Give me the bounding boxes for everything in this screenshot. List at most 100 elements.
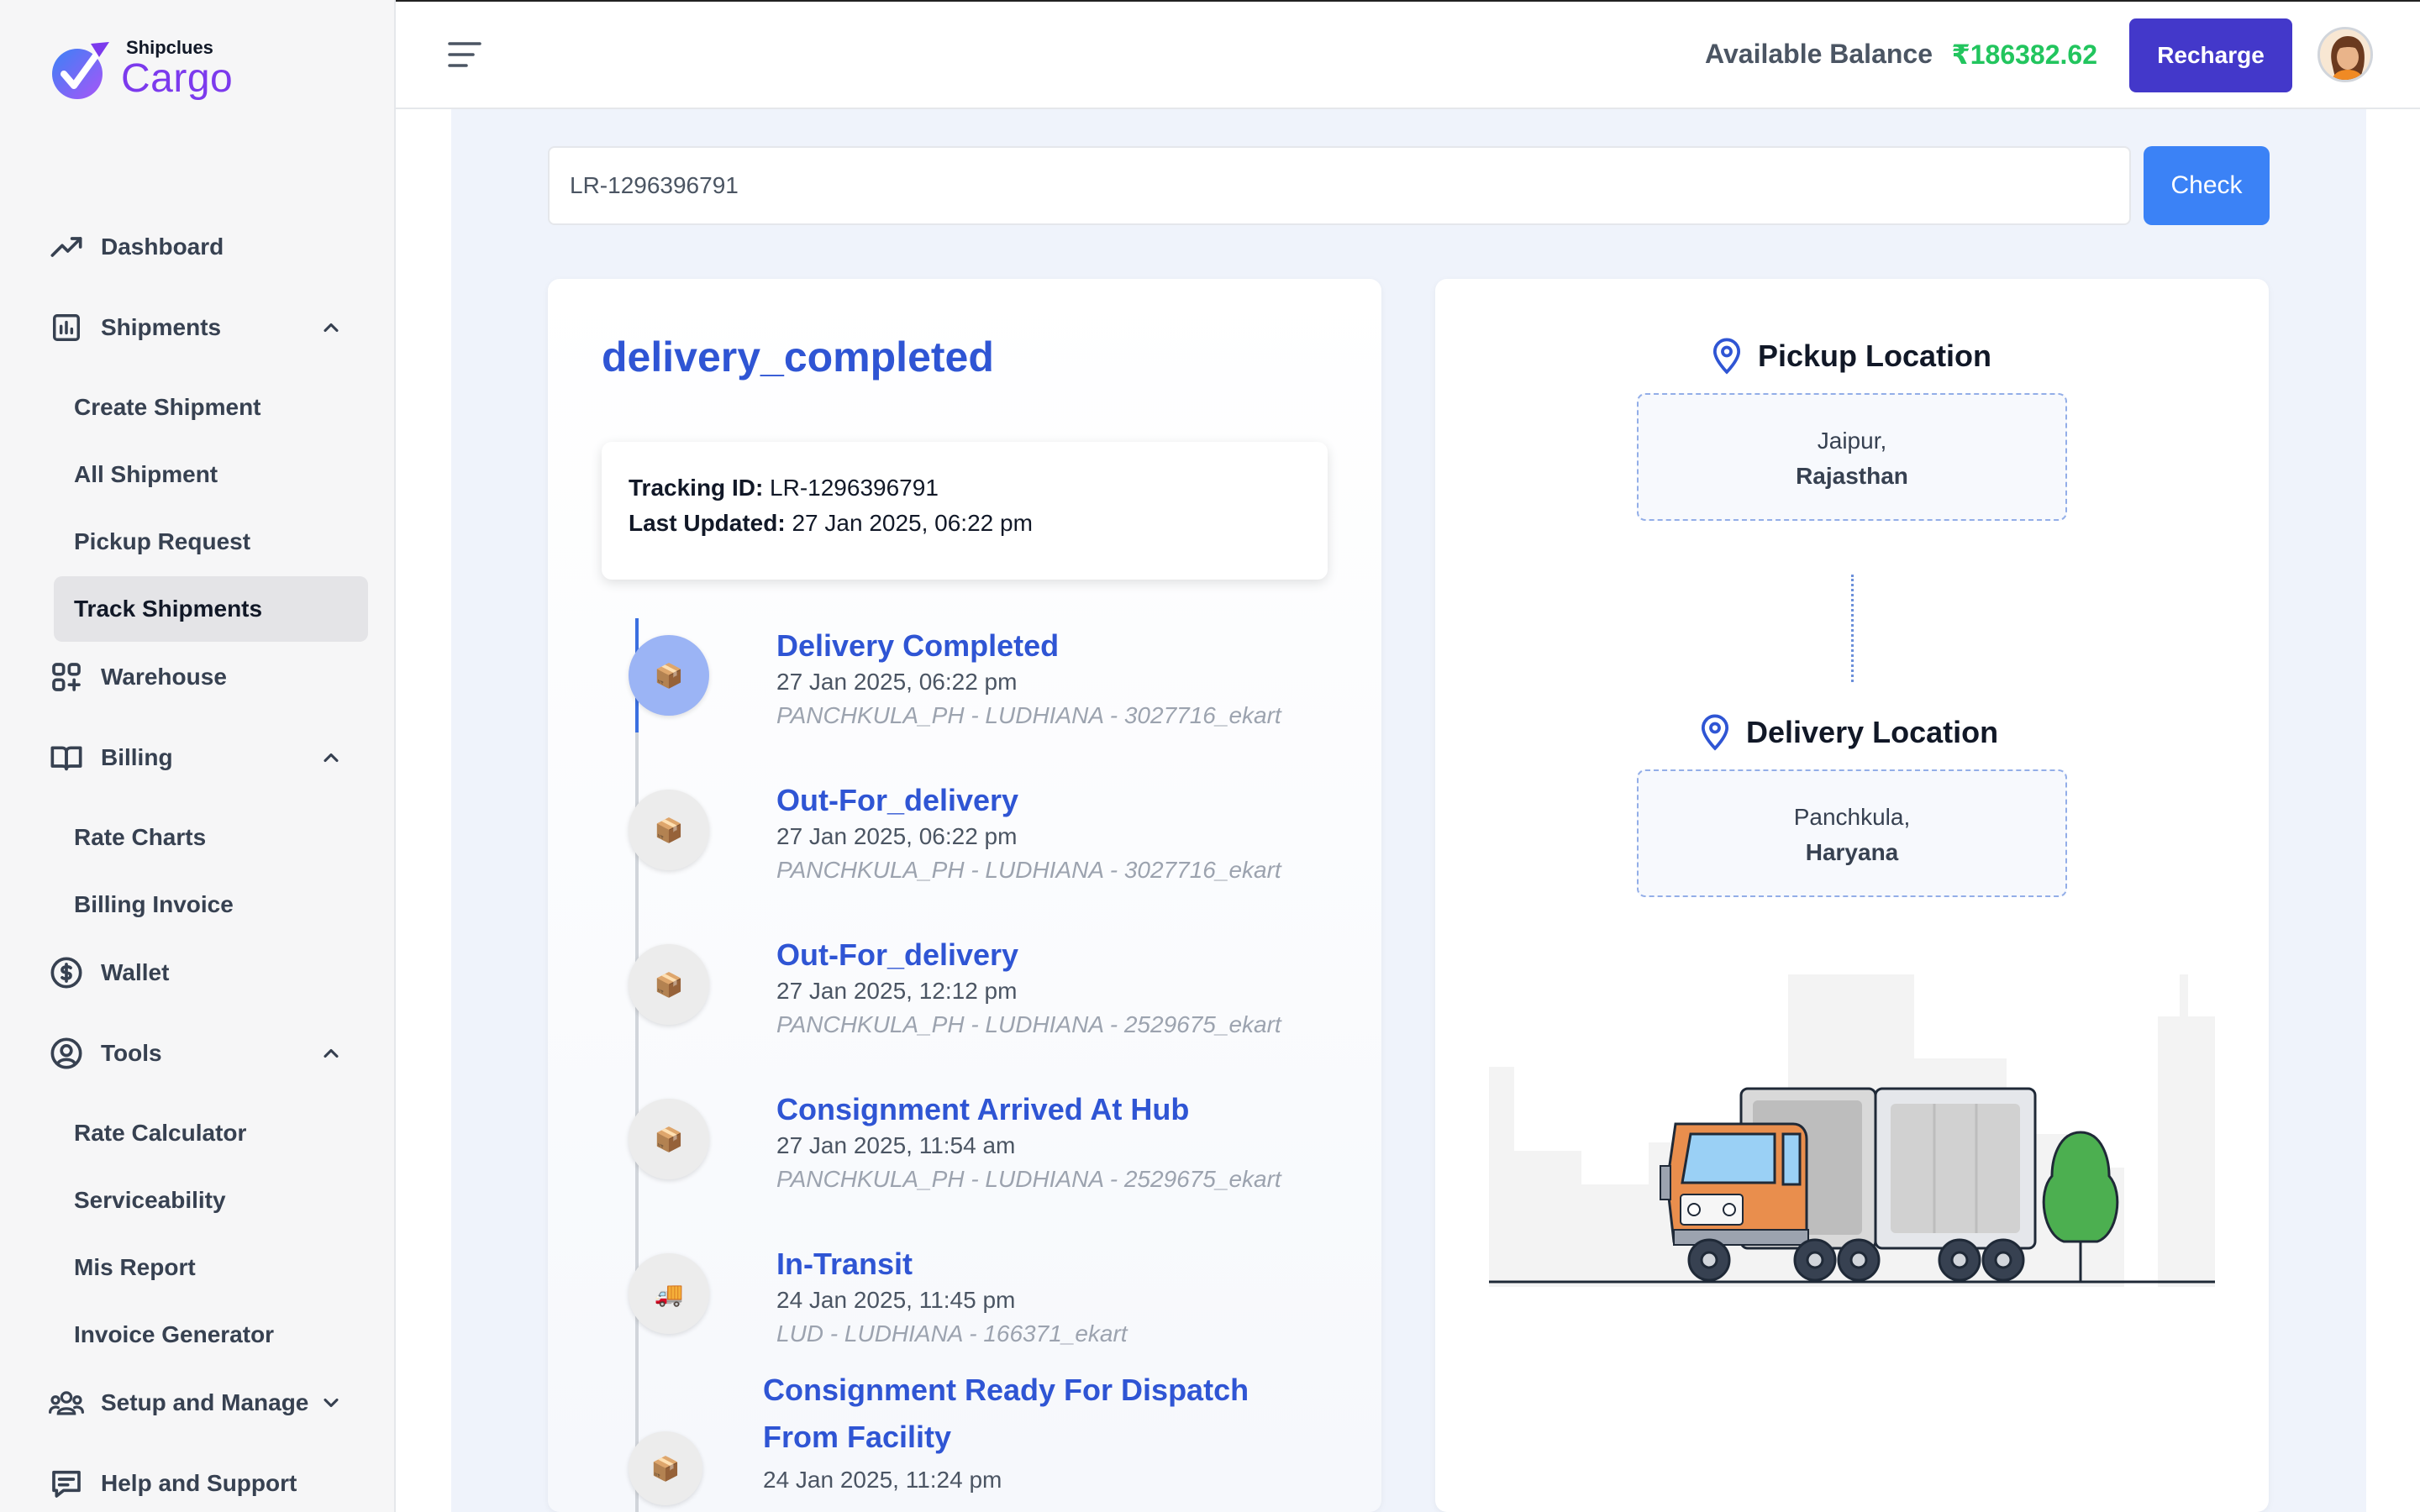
user-avatar-icon [2320,29,2370,80]
tracking-summary: Tracking ID: LR-1296396791 Last Updated:… [602,442,1328,580]
event-time: 24 Jan 2025, 11:24 pm [763,1467,1002,1493]
route-connector [1851,575,1854,682]
last-updated-value: 27 Jan 2025, 06:22 pm [792,510,1033,536]
event-title-line2: From Facility [763,1420,952,1454]
event-location: LUD - LUDHIANA - 166371_ekart [776,1320,1128,1347]
delivery-location-box: Panchkula, Haryana [1637,769,2067,897]
event-title: In-Transit [776,1247,913,1281]
sidebar-item-pickup-request[interactable]: Pickup Request [54,509,368,575]
truck-city-illustration [1489,974,2215,1287]
event-time: 27 Jan 2025, 12:12 pm [776,978,1018,1004]
user-circle-icon [49,1036,84,1071]
pickup-location-heading: Pickup Location [1711,338,1991,375]
last-updated-label: Last Updated: [629,510,786,536]
map-pin-icon [1701,714,1729,751]
last-updated-row: Last Updated: 27 Jan 2025, 06:22 pm [629,506,1301,541]
package-icon: 📦 [629,635,709,716]
tracking-search-input[interactable] [548,146,2131,225]
event-time: 27 Jan 2025, 06:22 pm [776,823,1018,849]
sidebar-item-warehouse[interactable]: Warehouse [49,654,227,701]
event-title: Consignment Arrived At Hub [776,1092,1190,1126]
tracking-status-title: delivery_completed [602,333,994,381]
pickup-state: Rajasthan [1796,463,1908,489]
tracking-id-row: Tracking ID: LR-1296396791 [629,470,1301,506]
chat-icon [49,1466,84,1501]
recharge-button[interactable]: Recharge [2129,18,2292,92]
check-button[interactable]: Check [2144,146,2270,225]
package-icon: 📦 [629,1099,709,1179]
sidebar-item-wallet[interactable]: Wallet [49,949,169,996]
chevron-up-icon[interactable] [319,746,343,769]
brand-big: Cargo [121,56,234,101]
tracking-id-value: LR-1296396791 [770,475,939,501]
event-time: 27 Jan 2025, 11:54 am [776,1132,1016,1158]
sidebar-item-label: Help and Support [101,1470,297,1496]
timeline-line [635,618,639,1512]
sidebar-item-help-and-support[interactable]: Help and Support [49,1460,297,1507]
sidebar-item-track-shipments[interactable]: Track Shipments [54,576,368,642]
book-icon [49,740,84,775]
sidebar-item-billing-invoice[interactable]: Billing Invoice [54,872,368,937]
delivery-state: Haryana [1805,839,1899,865]
pickup-location-box: Jaipur, Rajasthan [1637,393,2067,521]
pickup-city: Jaipur, [1817,428,1887,454]
sidebar-item-shipments[interactable]: Shipments [49,304,339,351]
brand-logo[interactable]: Shipclues Cargo [49,32,250,108]
bar-chart-icon [49,310,84,345]
tracking-card: delivery_completed Tracking ID: LR-12963… [548,279,1381,1512]
package-icon: 📦 [629,1431,702,1505]
chevron-down-icon[interactable] [319,1391,343,1415]
sidebar-item-label: Dashboard [101,234,224,260]
logo-check-icon [52,42,109,99]
trending-up-icon [49,229,84,265]
event-location: PANCHKULA_PH - LUDHIANA - 2529675_ekart [776,1166,1281,1192]
sidebar-item-label: Tools [101,1040,162,1066]
event-title: Out-For_delivery [776,783,1019,817]
delivery-location-label: Delivery Location [1746,715,1999,749]
package-icon: 📦 [629,944,709,1025]
sidebar-item-label: Wallet [101,959,170,985]
chevron-up-icon[interactable] [319,316,343,339]
balance-label: Available Balance [1705,39,1933,69]
sidebar-item-label: Warehouse [101,664,227,690]
sidebar-item-all-shipment[interactable]: All Shipment [54,442,368,507]
balance-value: ₹186382.62 [1951,39,2097,70]
sidebar-item-setup-and-manage[interactable]: Setup and Manage [49,1379,339,1426]
sidebar-item-invoice-generator[interactable]: Invoice Generator [54,1302,368,1368]
event-title: Delivery Completed [776,628,1060,663]
sidebar-item-billing[interactable]: Billing [49,734,339,781]
sidebar-item-label: Setup and Manage [101,1389,309,1415]
sidebar-item-tools[interactable]: Tools [49,1030,339,1077]
truck-icon: 🚚 [629,1253,709,1334]
event-title-line1: Consignment Ready For Dispatch [763,1373,1249,1407]
delivery-city: Panchkula, [1793,804,1911,830]
top-header: Available Balance ₹186382.62 Recharge [396,0,2420,109]
sidebar-item-rate-calculator[interactable]: Rate Calculator [54,1100,368,1166]
event-location: PANCHKULA_PH - LUDHIANA - 3027716_ekart [776,702,1281,728]
sidebar-item-create-shipment[interactable]: Create Shipment [54,375,368,440]
sidebar-item-label: Shipments [101,314,222,340]
map-pin-icon [1712,338,1741,375]
dollar-circle-icon [49,955,84,990]
locations-card: Pickup Location Jaipur, Rajasthan Delive… [1435,279,2269,1512]
chevron-up-icon[interactable] [319,1042,343,1065]
sidebar-item-label: Billing [101,744,173,770]
users-icon [49,1385,84,1420]
sidebar-item-dashboard[interactable]: Dashboard [49,223,224,270]
event-location: PANCHKULA_PH - LUDHIANA - 2529675_ekart [776,1011,1281,1037]
delivery-location-heading: Delivery Location [1699,714,1998,751]
sidebar-item-serviceability[interactable]: Serviceability [54,1168,368,1233]
sidebar-item-mis-report[interactable]: Mis Report [54,1235,368,1300]
menu-icon[interactable] [448,40,481,69]
sidebar: Shipclues Cargo Dashboard Shipments Crea… [0,0,396,1512]
package-icon: 📦 [629,790,709,870]
avatar[interactable] [2317,27,2373,82]
event-time: 27 Jan 2025, 06:22 pm [776,669,1018,695]
event-location: PANCHKULA_PH - LUDHIANA - 3027716_ekart [776,857,1281,883]
grid-plus-icon [49,659,84,695]
pickup-location-label: Pickup Location [1758,339,1992,373]
event-time: 24 Jan 2025, 11:45 pm [776,1287,1016,1313]
tracking-id-label: Tracking ID: [629,475,764,501]
sidebar-item-rate-charts[interactable]: Rate Charts [54,805,368,870]
event-title: Out-For_delivery [776,937,1019,972]
